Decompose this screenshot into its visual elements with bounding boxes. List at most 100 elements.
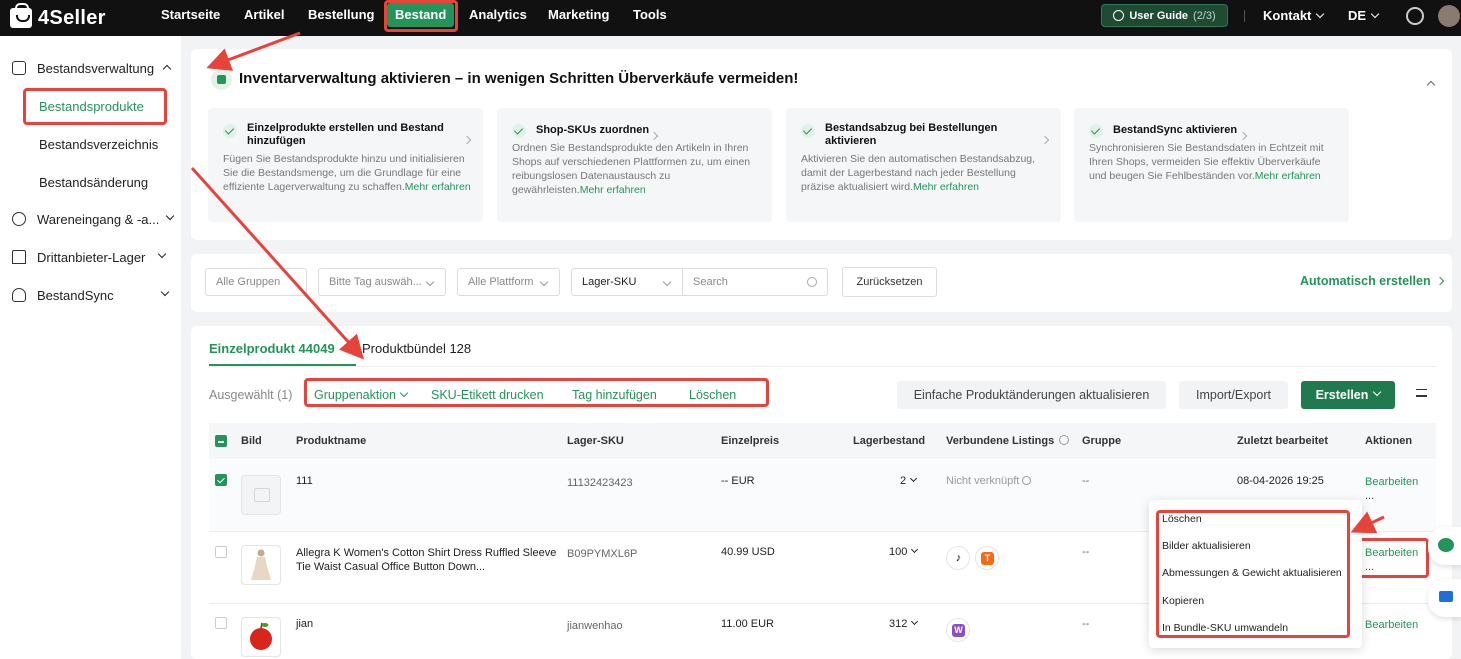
create-button[interactable]: Erstellen — [1301, 381, 1395, 409]
help-icon[interactable] — [1022, 476, 1032, 485]
nav-marketing[interactable]: Marketing — [548, 0, 609, 36]
learn-more-link[interactable]: Mehr erfahren — [913, 181, 979, 193]
row-checkbox[interactable] — [215, 617, 227, 629]
reset-button[interactable]: Zurücksetzen — [842, 267, 937, 297]
sidebar-group-drittanbieter-lager[interactable]: Drittanbieter-Lager — [12, 246, 167, 268]
add-tag-button[interactable]: Tag hinzufügen — [572, 388, 657, 402]
app-logo[interactable]: 4Seller — [10, 3, 106, 31]
edit-button[interactable]: Bearbeiten — [1365, 547, 1418, 559]
sidebar-item-bestandsverzeichnis[interactable]: Bestandsverzeichnis — [39, 137, 158, 152]
column-settings-icon[interactable] — [1416, 389, 1427, 400]
search-icon — [807, 277, 817, 287]
onboarding-card-1[interactable]: Einzelprodukte erstellen und Bestand hin… — [208, 108, 483, 222]
check-icon — [1089, 124, 1103, 138]
sidebar-group-bestandsverwaltung[interactable]: Bestandsverwaltung — [12, 57, 172, 79]
sidebar-group-wareneingang[interactable]: Wareneingang & -a... — [12, 208, 175, 230]
chat-support-button[interactable] — [1428, 527, 1461, 565]
settings-icon[interactable] — [1406, 7, 1424, 25]
tiktok-listing[interactable]: ♪ — [946, 546, 970, 570]
collapse-banner-button[interactable] — [1422, 76, 1436, 90]
chevron-down-icon — [910, 474, 918, 483]
learn-more-link[interactable]: Mehr erfahren — [405, 181, 471, 193]
row-checkbox[interactable] — [215, 546, 227, 558]
simple-update-button[interactable]: Einfache Produktänderungen aktualisieren — [897, 381, 1166, 409]
menu-item-update-images[interactable]: Bilder aktualisieren — [1162, 540, 1251, 552]
menu-item-update-dimensions[interactable]: Abmessungen & Gewicht aktualisieren — [1162, 567, 1342, 579]
chevron-right-icon — [1435, 276, 1444, 286]
top-navigation-bar: 4Seller Startseite Artikel Bestellung Be… — [0, 0, 1461, 36]
product-name[interactable]: 111 — [296, 475, 313, 487]
user-guide-button[interactable]: User Guide (2/3) — [1101, 4, 1228, 27]
row-checkbox[interactable] — [215, 474, 227, 486]
product-stock[interactable]: 2 — [900, 474, 918, 487]
product-group: -- — [1082, 618, 1090, 630]
nav-analytics[interactable]: Analytics — [469, 0, 527, 36]
search-input[interactable]: Search — [682, 268, 828, 296]
product-image — [241, 545, 281, 585]
product-name[interactable]: Allegra K Women's Cotton Shirt Dress Ruf… — [296, 546, 556, 574]
more-actions-button[interactable]: ... — [1365, 490, 1374, 502]
menu-item-convert-bundle[interactable]: In Bundle-SKU umwandeln — [1162, 622, 1288, 634]
tab-einzelprodukt[interactable]: Einzelprodukt 44049 — [209, 341, 335, 356]
stock-value: 312 — [889, 618, 908, 630]
nav-bestand[interactable]: Bestand — [387, 3, 455, 27]
print-sku-label-button[interactable]: SKU-Etikett drucken — [431, 388, 544, 402]
edit-button[interactable]: Bearbeiten — [1365, 619, 1418, 631]
woocommerce-listing[interactable]: W — [946, 618, 970, 642]
menu-item-delete[interactable]: Löschen — [1162, 513, 1202, 525]
tag-filter-select[interactable]: Bitte Tag auswäh... — [318, 268, 446, 296]
card-description: Synchronisieren Sie Bestandsdaten in Ech… — [1089, 141, 1339, 183]
chat-icon — [1438, 538, 1454, 552]
delete-button[interactable]: Löschen — [689, 388, 736, 402]
warehouse-in-icon — [12, 212, 26, 226]
nav-bestellung[interactable]: Bestellung — [308, 0, 374, 36]
card-title: Einzelprodukte erstellen und Bestand hin… — [247, 122, 444, 147]
create-label: Erstellen — [1315, 388, 1369, 402]
sidebar-group-bestandsync[interactable]: BestandSync — [12, 284, 169, 306]
product-name[interactable]: jian — [296, 618, 313, 630]
auto-create-link[interactable]: Automatisch erstellen — [1300, 274, 1444, 288]
menu-item-copy[interactable]: Kopieren — [1162, 595, 1204, 607]
onboarding-card-3[interactable]: Bestandsabzug bei Bestellungen aktiviere… — [786, 108, 1061, 222]
screen-share-button[interactable] — [1428, 579, 1461, 617]
select-all-checkbox[interactable] — [215, 435, 227, 447]
learn-more-link[interactable]: Mehr erfahren — [580, 184, 646, 196]
onboarding-card-4[interactable]: BestandSync aktivieren Synchronisieren S… — [1074, 108, 1349, 222]
product-stock[interactable]: 100 — [889, 545, 919, 558]
tag-filter-value: Bitte Tag auswäh... — [329, 276, 422, 288]
learn-more-link[interactable]: Mehr erfahren — [1255, 170, 1321, 182]
nav-artikel[interactable]: Artikel — [244, 0, 284, 36]
more-actions-button[interactable]: ... — [1365, 561, 1374, 573]
linked-status: Nicht verknüpft — [946, 475, 1032, 487]
language-menu[interactable]: DE — [1348, 8, 1380, 23]
product-price: -- EUR — [721, 475, 755, 487]
search-field-select[interactable]: Lager-SKU — [571, 268, 683, 296]
onboarding-card-2[interactable]: Shop-SKUs zuordnen Ordnen Sie Bestandspr… — [497, 108, 772, 222]
group-filter-value: Alle Gruppen — [216, 276, 281, 288]
nav-startseite[interactable]: Startseite — [161, 0, 220, 36]
platform-filter-select[interactable]: Alle Plattform — [457, 268, 560, 296]
edit-button[interactable]: Bearbeiten — [1365, 476, 1418, 488]
linked-status-text: Nicht verknüpft — [946, 475, 1020, 487]
chevron-up-icon — [162, 64, 172, 74]
platform-filter-value: Alle Plattform — [468, 276, 534, 288]
tab-produktbuendel[interactable]: Produktbündel 128 — [362, 341, 471, 356]
group-action-menu[interactable]: Gruppenaktion — [314, 388, 409, 402]
sidebar-item-bestandsaenderung[interactable]: Bestandsänderung — [39, 175, 148, 190]
group-filter-select[interactable]: Alle Gruppen — [205, 268, 307, 296]
chevron-up-icon — [1426, 80, 1436, 90]
search-placeholder: Search — [693, 276, 728, 288]
nav-tools[interactable]: Tools — [633, 0, 667, 36]
help-icon[interactable] — [1059, 435, 1070, 445]
contact-menu[interactable]: Kontakt — [1263, 8, 1325, 23]
chevron-right-icon — [1040, 135, 1050, 145]
product-stock[interactable]: 312 — [889, 617, 919, 630]
avatar[interactable] — [1438, 5, 1460, 27]
import-export-button[interactable]: Import/Export — [1179, 381, 1288, 409]
temu-listing[interactable]: T — [975, 546, 999, 570]
sidebar-item-bestandsprodukte[interactable]: Bestandsprodukte — [39, 99, 144, 114]
image-icon — [254, 488, 270, 502]
chevron-right-icon — [462, 135, 472, 145]
app-name: 4Seller — [38, 6, 106, 29]
sidebar-group-label: Drittanbieter-Lager — [37, 249, 146, 265]
